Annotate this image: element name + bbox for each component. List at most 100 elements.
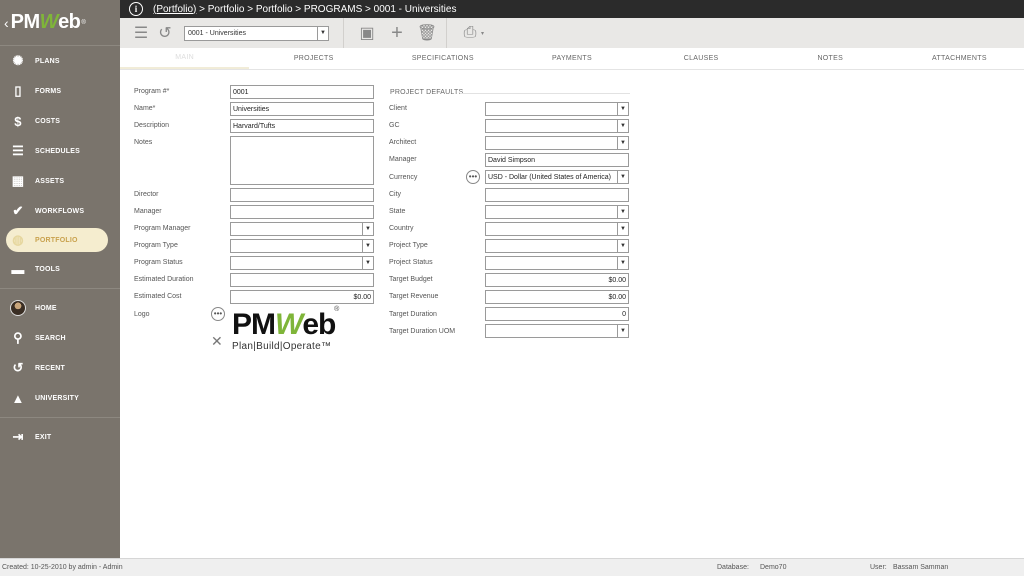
delete-icon[interactable]: 🗑: [416, 22, 438, 44]
sidebar-item-assets[interactable]: ▦ ASSETS: [0, 166, 120, 196]
architect-label: Architect: [389, 139, 417, 146]
country-select[interactable]: ▼: [485, 222, 629, 236]
program-manager-select[interactable]: ▼: [230, 222, 374, 236]
search-icon: ⚲: [13, 330, 23, 345]
list-view-icon[interactable]: ☰: [130, 22, 152, 44]
sidebar-item-label: TOOLS: [35, 265, 60, 273]
sidebar-item-label: EXIT: [35, 433, 52, 441]
program-number-field[interactable]: 0001: [230, 85, 374, 99]
description-field[interactable]: Harvard/Tufts: [230, 119, 374, 133]
project-type-select[interactable]: ▼: [485, 239, 629, 253]
sidebar-item-label: COSTS: [35, 117, 61, 125]
history-icon: ↺: [12, 360, 24, 375]
field-value: USD - Dollar (United States of America): [488, 173, 611, 181]
tab-clauses[interactable]: CLAUSES: [637, 48, 766, 69]
currency-select[interactable]: USD - Dollar (United States of America) ▼: [485, 170, 629, 184]
chevron-down-icon[interactable]: ▼: [362, 240, 373, 252]
client-label: Client: [389, 105, 407, 112]
chevron-down-icon[interactable]: ▼: [617, 137, 628, 149]
target-budget-field[interactable]: $0.00: [485, 273, 629, 287]
sidebar-item-university[interactable]: ▲ UNIVERSITY: [0, 383, 120, 413]
architect-select[interactable]: ▼: [485, 136, 629, 150]
sidebar-item-search[interactable]: ⚲ SEARCH: [0, 323, 120, 353]
sidebar-item-costs[interactable]: $ COSTS: [0, 106, 120, 136]
sidebar-item-exit[interactable]: ⇥ EXIT: [0, 422, 120, 452]
chevron-down-icon[interactable]: ▼: [317, 26, 328, 40]
program-manager-label: Program Manager: [134, 225, 191, 232]
program-status-select[interactable]: ▼: [230, 256, 374, 270]
project-defaults-title: PROJECT DEFAULTS: [390, 89, 464, 96]
sidebar-item-label: FORMS: [35, 87, 62, 95]
state-select[interactable]: ▼: [485, 205, 629, 219]
add-icon[interactable]: +: [386, 22, 408, 44]
chevron-down-icon[interactable]: ▼: [617, 206, 628, 218]
chevron-down-icon[interactable]: ▼: [362, 223, 373, 235]
chevron-down-icon[interactable]: ▼: [617, 257, 628, 269]
more-options-icon[interactable]: •••: [466, 170, 480, 184]
project-manager-field[interactable]: David Simpson: [485, 153, 629, 167]
estimated-duration-field[interactable]: [230, 273, 374, 287]
tab-projects[interactable]: PROJECTS: [249, 48, 378, 69]
tab-specifications[interactable]: SPECIFICATIONS: [378, 48, 507, 69]
sidebar-item-label: PORTFOLIO: [35, 236, 78, 244]
city-field[interactable]: [485, 188, 629, 202]
client-select[interactable]: ▼: [485, 102, 629, 116]
sidebar-item-schedules[interactable]: ☰ SCHEDULES: [0, 136, 120, 166]
estimated-cost-field[interactable]: $0.00: [230, 290, 374, 304]
record-select[interactable]: 0001 - Universities ▼: [184, 25, 329, 41]
sidebar-item-plans[interactable]: ✺ PLANS: [0, 46, 120, 76]
manager-field[interactable]: [230, 205, 374, 219]
sidebar-item-portfolio[interactable]: ◍ PORTFOLIO: [6, 228, 108, 252]
chevron-down-icon[interactable]: ▼: [617, 325, 628, 337]
chevron-down-icon[interactable]: ▼: [617, 240, 628, 252]
field-value: 0001: [233, 88, 249, 96]
print-dropdown-icon[interactable]: ▾: [481, 30, 484, 37]
program-type-select[interactable]: ▼: [230, 239, 374, 253]
notes-textarea[interactable]: [230, 136, 374, 185]
gc-select[interactable]: ▼: [485, 119, 629, 133]
program-status-label: Program Status: [134, 259, 183, 266]
tab-payments[interactable]: PAYMENTS: [507, 48, 636, 69]
print-icon[interactable]: ⎙: [459, 22, 481, 44]
chevron-down-icon[interactable]: ▼: [617, 223, 628, 235]
info-icon[interactable]: i: [129, 2, 143, 16]
sidebar-item-home[interactable]: HOME: [0, 293, 120, 323]
target-duration-field[interactable]: 0: [485, 307, 629, 321]
tab-main[interactable]: MAIN: [120, 48, 250, 69]
name-field[interactable]: Universities: [230, 102, 374, 116]
app-logo[interactable]: ‹ PMWeb ®: [0, 0, 120, 46]
tab-notes[interactable]: NOTES: [766, 48, 895, 69]
chevron-left-icon[interactable]: ‹: [4, 15, 9, 31]
tab-attachments[interactable]: ATTACHMENTS: [895, 48, 1024, 69]
avatar-wrap: [10, 300, 26, 316]
breadcrumb-link-portfolio[interactable]: (Portfolio): [153, 4, 196, 15]
project-status-label: Project Status: [389, 259, 433, 266]
sidebar-item-tools[interactable]: ▬ TOOLS: [0, 254, 120, 284]
save-icon[interactable]: ▣: [356, 22, 378, 44]
building-icon: ▦: [11, 173, 25, 188]
chevron-down-icon[interactable]: ▼: [617, 171, 628, 183]
chevron-down-icon[interactable]: ▼: [617, 120, 628, 132]
sidebar-item-forms[interactable]: ▯ FORMS: [0, 76, 120, 106]
document-icon: ▯: [14, 83, 22, 98]
estimated-duration-label: Estimated Duration: [134, 276, 194, 283]
field-value: $0.00: [353, 293, 371, 301]
chevron-down-icon[interactable]: ▼: [362, 257, 373, 269]
sidebar-item-workflows[interactable]: ✔ WORKFLOWS: [0, 196, 120, 226]
schedule-bars-icon: ☰: [12, 143, 24, 158]
name-label: Name*: [134, 105, 156, 112]
program-type-label: Program Type: [134, 242, 178, 249]
sidebar-item-label: HOME: [35, 304, 57, 312]
sidebar-item-recent[interactable]: ↺ RECENT: [0, 353, 120, 383]
chevron-down-icon[interactable]: ▼: [617, 103, 628, 115]
project-status-select[interactable]: ▼: [485, 256, 629, 270]
close-icon[interactable]: ✕: [211, 333, 223, 350]
undo-history-icon[interactable]: ↺: [154, 22, 176, 44]
more-options-icon[interactable]: •••: [211, 307, 225, 321]
exit-nav: ⇥ EXIT: [0, 422, 120, 452]
logo-wordmark: PMWeb: [232, 308, 336, 341]
director-field[interactable]: [230, 188, 374, 202]
target-revenue-field[interactable]: $0.00: [485, 290, 629, 304]
logo-label: Logo: [134, 311, 150, 318]
target-duration-uom-select[interactable]: ▼: [485, 324, 629, 338]
